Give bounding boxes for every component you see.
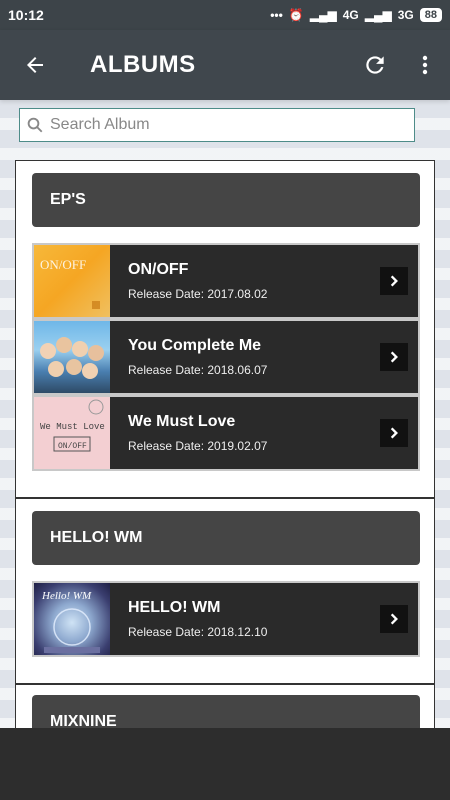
status-icons: ••• ⏰ ▂▄▆ 4G ▂▄▆ 3G 88 <box>270 8 442 22</box>
refresh-button[interactable] <box>350 30 400 100</box>
chevron-right-icon[interactable] <box>380 267 408 295</box>
svg-text:We Must Love: We Must Love <box>40 422 105 432</box>
section-header: HELLO! WM <box>32 511 420 565</box>
album-title: We Must Love <box>128 413 236 430</box>
status-time: 10:12 <box>8 7 44 23</box>
album-cover: ON/OFF <box>34 245 110 317</box>
page-title: ALBUMS <box>90 51 196 78</box>
arrow-left-icon <box>27 57 43 73</box>
album-cover: Hello! WM <box>34 583 110 655</box>
album-row-hello-wm[interactable]: Hello! WM HELLO! WM Release Date: 2018.1… <box>32 581 420 657</box>
svg-text:Hello! WM: Hello! WM <box>41 590 92 602</box>
more-options-button[interactable] <box>400 30 450 100</box>
signal-icon: ▂▄▆ <box>309 8 337 22</box>
network-3g-label: 3G <box>397 8 414 22</box>
album-info: ON/OFF Release Date: 2017.08.02 <box>128 261 380 301</box>
section-header: EP'S <box>32 173 420 227</box>
album-release-date: Release Date: 2017.08.02 <box>128 287 268 301</box>
album-row-you-complete-me[interactable]: You Complete Me Release Date: 2018.06.07 <box>32 319 420 395</box>
album-title: ON/OFF <box>128 261 189 278</box>
album-title: HELLO! WM <box>128 599 221 616</box>
album-cover <box>34 321 110 393</box>
signal-icon-2: ▂▄▆ <box>364 8 392 22</box>
album-row-onoff[interactable]: ON/OFF ON/OFF Release Date: 2017.08.02 <box>32 243 420 319</box>
svg-text:ON/OFF: ON/OFF <box>58 442 87 451</box>
album-info: You Complete Me Release Date: 2018.06.07 <box>128 337 380 377</box>
more-vert-icon <box>422 55 428 75</box>
album-info: We Must Love Release Date: 2019.02.07 <box>128 413 380 453</box>
album-release-date: Release Date: 2019.02.07 <box>128 439 268 453</box>
section-hello-wm: HELLO! WM Hello! WM HELLO! WM Release Da… <box>15 498 435 684</box>
album-cover: We Must Love ON/OFF <box>34 397 110 469</box>
album-release-date: Release Date: 2018.12.10 <box>128 625 268 639</box>
chevron-right-icon[interactable] <box>380 419 408 447</box>
album-row-we-must-love[interactable]: We Must Love ON/OFF We Must Love Release… <box>32 395 420 471</box>
album-info: HELLO! WM Release Date: 2018.12.10 <box>128 599 380 639</box>
chevron-right-icon[interactable] <box>380 605 408 633</box>
album-title: You Complete Me <box>128 337 262 354</box>
back-button[interactable] <box>0 30 70 100</box>
status-bar: 10:12 ••• ⏰ ▂▄▆ 4G ▂▄▆ 3G 88 <box>0 0 450 30</box>
chevron-right-icon[interactable] <box>380 343 408 371</box>
app-bar: ALBUMS <box>0 30 450 100</box>
svg-text:ON/OFF: ON/OFF <box>40 257 86 272</box>
network-4g-label: 4G <box>342 8 359 22</box>
search-input[interactable] <box>50 116 390 134</box>
notification-dots: ••• <box>270 8 283 22</box>
album-release-date: Release Date: 2018.06.07 <box>128 363 268 377</box>
battery-icon: 88 <box>419 8 442 22</box>
search-icon <box>27 117 43 133</box>
search-box[interactable] <box>19 108 415 142</box>
section-eps: EP'S ON/OFF ON/OFF Release Date: 2017.08… <box>15 160 435 498</box>
refresh-icon <box>366 56 384 74</box>
bottom-bar <box>0 728 450 800</box>
alarm-icon: ⏰ <box>288 8 304 22</box>
